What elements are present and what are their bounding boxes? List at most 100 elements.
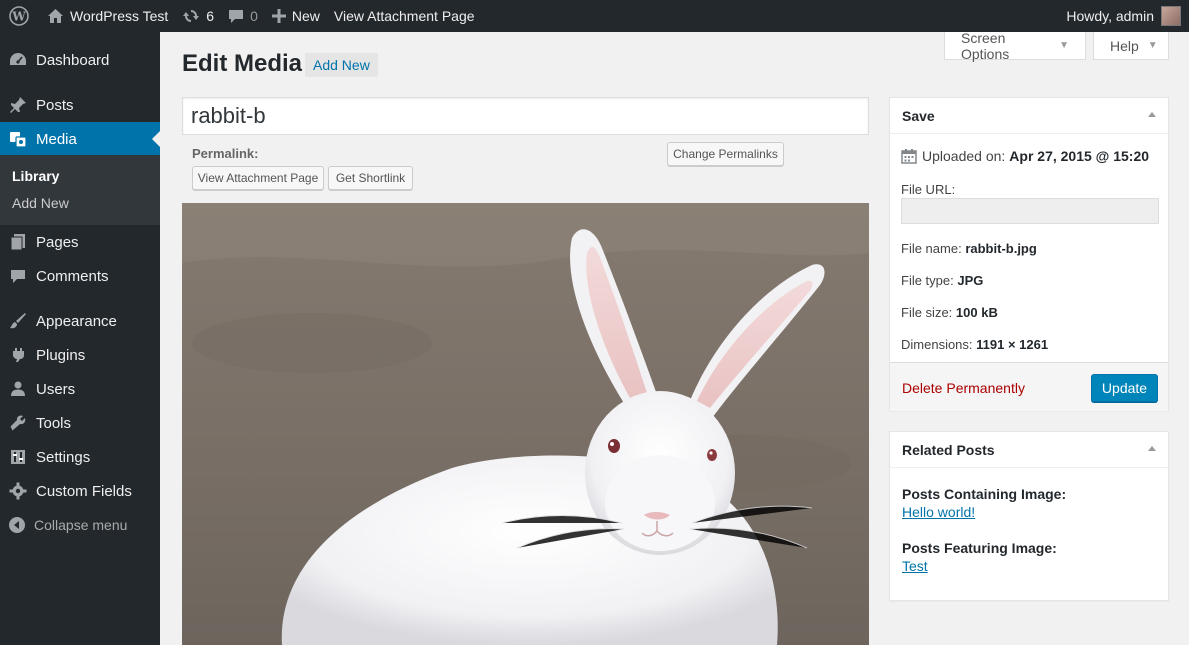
menu-item-users[interactable]: Users [0, 372, 160, 406]
plus-icon [271, 9, 286, 23]
file-size-row: File size: 100 kB [901, 305, 998, 320]
comments-link[interactable]: 0 [221, 0, 265, 32]
change-permalinks-button[interactable]: Change Permalinks [667, 142, 784, 166]
file-size-value: 100 kB [955, 305, 998, 320]
menu-label: Settings [36, 448, 91, 466]
file-url-label: File URL: [901, 182, 956, 197]
dashboard-icon [0, 51, 36, 69]
menu-item-tools[interactable]: Tools [0, 406, 160, 440]
permalink-label: Permalink: [192, 146, 259, 161]
comments-count: 0 [250, 8, 258, 24]
dimensions-label: Dimensions: [901, 337, 973, 352]
menu-label: Tools [36, 414, 72, 432]
media-icon [0, 130, 36, 148]
uploaded-row: Uploaded on: Apr 27, 2015 @ 15:20 [901, 148, 1149, 164]
save-box-title: Save [902, 107, 935, 124]
updates-link[interactable]: 6 [175, 0, 221, 32]
menu-item-plugins[interactable]: Plugins [0, 338, 160, 372]
posts-featuring-link[interactable]: Test [902, 558, 928, 574]
view-attachment-link[interactable]: View Attachment Page [327, 0, 482, 32]
calendar-icon [901, 148, 917, 164]
collapse-arrow-icon[interactable] [1148, 112, 1156, 117]
menu-item-custom-fields[interactable]: Custom Fields [0, 474, 160, 508]
menu-label: Plugins [36, 346, 86, 364]
media-image [182, 203, 869, 645]
get-shortlink-button[interactable]: Get Shortlink [328, 166, 413, 190]
file-type-label: File type: [901, 273, 954, 288]
save-box-header[interactable]: Save [890, 98, 1168, 134]
site-name-link[interactable]: WordPress Test [40, 0, 175, 32]
collapse-menu-button[interactable]: Collapse menu [0, 512, 160, 538]
help-button[interactable]: Help ▼ [1093, 32, 1169, 60]
update-button[interactable]: Update [1091, 374, 1158, 402]
my-account[interactable]: Howdy, admin [1066, 0, 1189, 32]
dimensions-row: Dimensions: 1191 × 1261 [901, 337, 1048, 352]
menu-label: Posts [36, 96, 74, 114]
submenu-library[interactable]: Library [12, 168, 59, 184]
submenu-add-new[interactable]: Add New [12, 195, 69, 211]
title-value: rabbit-b [191, 103, 266, 128]
menu-item-appearance[interactable]: Appearance [0, 304, 160, 338]
admin-menu: Dashboard Posts Media Library Add New Pa… [0, 32, 160, 645]
menu-item-posts[interactable]: Posts [0, 88, 160, 122]
collapse-label: Collapse menu [34, 517, 128, 533]
wordpress-logo-icon[interactable]: W [0, 0, 40, 32]
file-name-label: File name: [901, 241, 962, 256]
chevron-down-icon: ▼ [1147, 40, 1158, 51]
help-label: Help [1110, 37, 1139, 54]
menu-label: Appearance [36, 312, 117, 330]
pin-icon [0, 96, 36, 114]
screen-options-label: Screen Options [961, 29, 1010, 62]
menu-label: Users [36, 380, 76, 398]
save-box: Save Uploaded on: Apr 27, 2015 @ 15:20 F… [889, 97, 1169, 411]
avatar [1161, 6, 1181, 26]
menu-label: Media [36, 130, 77, 148]
gear-icon [0, 482, 36, 500]
page-title: Edit Media [182, 50, 303, 77]
new-label: New [291, 8, 320, 24]
posts-containing-label: Posts Containing Image: [902, 486, 1067, 502]
admin-bar: W WordPress Test 6 0 New View Attachment… [0, 0, 1189, 32]
home-icon [47, 8, 64, 24]
menu-item-media[interactable]: Media [0, 122, 160, 156]
uploaded-value: Apr 27, 2015 @ 15:20 [1009, 148, 1150, 164]
collapse-arrow-icon[interactable] [1148, 446, 1156, 451]
file-url-field[interactable] [901, 198, 1159, 224]
add-new-button[interactable]: Add New [305, 53, 378, 77]
uploaded-label: Uploaded on: [922, 148, 1006, 164]
view-attachment-button[interactable]: View Attachment Page [192, 166, 324, 190]
file-name-value: rabbit-b.jpg [965, 241, 1037, 256]
menu-item-pages[interactable]: Pages [0, 225, 160, 259]
file-type-row: File type: JPG [901, 273, 983, 288]
menu-label: Comments [36, 267, 109, 285]
new-content-link[interactable]: New [265, 0, 327, 32]
major-publishing-actions: Delete Permanently Update [890, 362, 1168, 411]
media-submenu: Library Add New [0, 155, 160, 225]
plugin-icon [0, 346, 36, 364]
settings-icon [0, 448, 36, 466]
file-name-row: File name: rabbit-b.jpg [901, 241, 1037, 256]
posts-containing-link[interactable]: Hello world! [902, 504, 975, 520]
menu-item-dashboard[interactable]: Dashboard [0, 43, 160, 77]
updates-count: 6 [206, 8, 215, 24]
file-type-value: JPG [957, 273, 984, 288]
refresh-icon [182, 7, 200, 25]
svg-text:W: W [11, 10, 26, 24]
menu-label: Custom Fields [36, 482, 132, 500]
related-posts-box: Related Posts Posts Containing Image: He… [889, 431, 1169, 601]
wrench-icon [0, 414, 36, 432]
view-attachment-label: View Attachment Page [333, 8, 475, 24]
title-input[interactable]: rabbit-b [182, 97, 869, 135]
menu-item-comments[interactable]: Comments [0, 259, 160, 293]
menu-label: Dashboard [36, 51, 110, 69]
user-icon [0, 380, 36, 398]
related-posts-header[interactable]: Related Posts [890, 432, 1168, 468]
comment-icon [0, 267, 36, 285]
posts-featuring-label: Posts Featuring Image: [902, 540, 1057, 556]
comment-icon [228, 8, 244, 24]
page-icon [0, 233, 36, 251]
menu-item-settings[interactable]: Settings [0, 440, 160, 474]
file-size-label: File size: [901, 305, 953, 320]
screen-options-button[interactable]: Screen Options ▼ [944, 29, 1086, 62]
delete-permanently-link[interactable]: Delete Permanently [902, 380, 1025, 396]
